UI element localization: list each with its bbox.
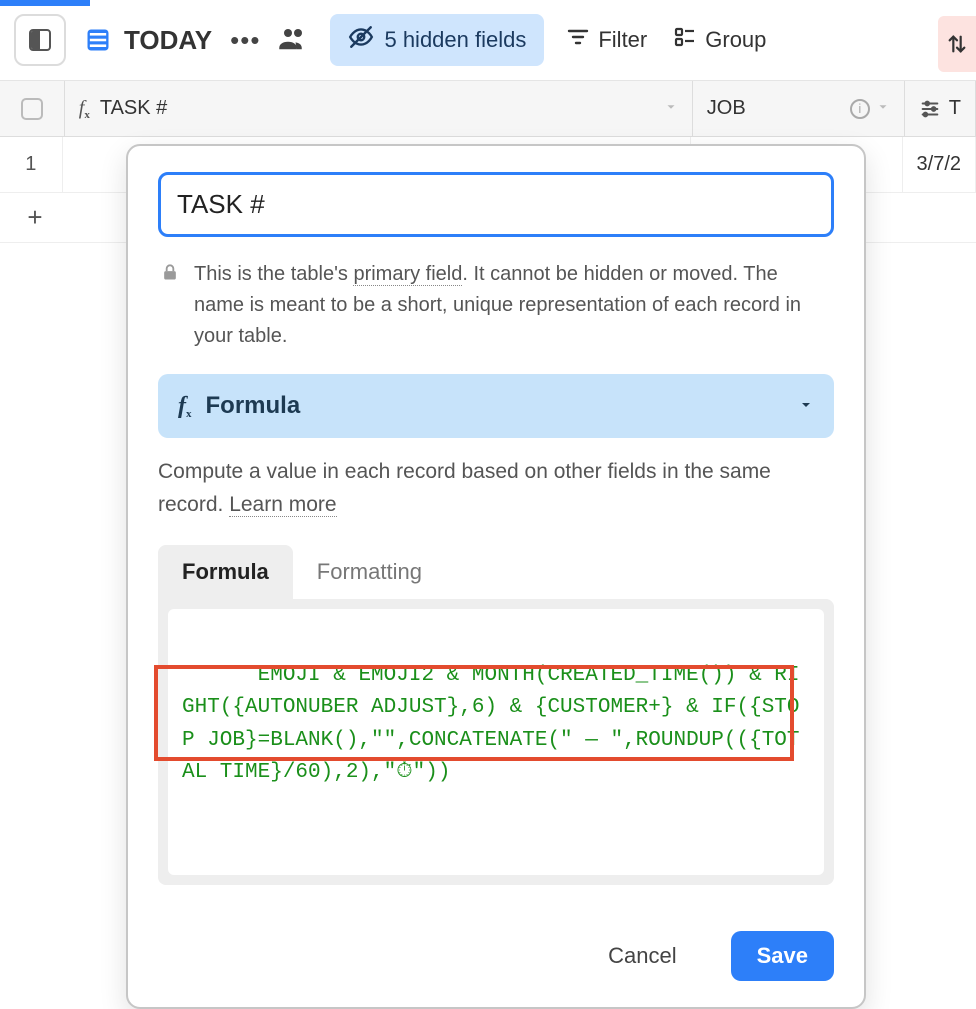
group-icon: [673, 25, 697, 55]
learn-more-link[interactable]: Learn more: [229, 493, 336, 517]
field-type-label: Formula: [206, 392, 301, 420]
field-config-dialog: This is the table's primary field. It ca…: [126, 144, 866, 1009]
row-number: 1: [0, 137, 63, 192]
hidden-fields-label: 5 hidden fields: [384, 27, 526, 53]
field-name-input[interactable]: [158, 172, 834, 237]
toggle-sidebar-button[interactable]: [14, 14, 66, 66]
column-header-task[interactable]: f TASK #: [65, 81, 693, 136]
field-type-selector[interactable]: f Formula: [158, 374, 834, 438]
eye-off-icon: [348, 24, 374, 56]
group-label: Group: [705, 27, 766, 53]
hidden-fields-button[interactable]: 5 hidden fields: [330, 14, 544, 66]
cell-t[interactable]: 3/7/2: [903, 137, 976, 192]
column-job-label: JOB: [707, 97, 746, 120]
tab-formatting[interactable]: Formatting: [293, 545, 446, 599]
info-icon: i: [850, 99, 870, 119]
column-header-t[interactable]: T: [905, 81, 976, 136]
lock-icon: [160, 261, 180, 352]
sliders-icon: [919, 98, 941, 120]
collaborators-icon[interactable]: [278, 25, 308, 56]
view-menu-icon[interactable]: •••: [230, 25, 260, 56]
save-button[interactable]: Save: [731, 931, 834, 981]
tab-formula[interactable]: Formula: [158, 545, 293, 599]
filter-label: Filter: [598, 27, 647, 53]
formula-text: EMOJI & EMOJI2 & MONTH(CREATED_TIME()) &…: [182, 664, 800, 785]
column-t-label: T: [949, 97, 961, 120]
group-button[interactable]: Group: [669, 19, 770, 61]
chevron-down-icon: [876, 97, 890, 120]
sort-button[interactable]: [938, 16, 976, 72]
primary-field-note: This is the table's primary field. It ca…: [194, 259, 828, 352]
view-title[interactable]: TODAY: [84, 25, 212, 56]
chevron-down-icon: [798, 392, 814, 420]
field-type-description: Compute a value in each record based on …: [158, 456, 834, 521]
formula-icon: f: [79, 97, 90, 120]
chevron-down-icon: [664, 97, 678, 120]
formula-editor[interactable]: EMOJI & EMOJI2 & MONTH(CREATED_TIME()) &…: [168, 609, 824, 875]
grid-view-icon: [84, 26, 112, 54]
add-row-button[interactable]: +: [0, 193, 70, 242]
filter-button[interactable]: Filter: [562, 19, 651, 61]
formula-icon: f: [178, 393, 192, 420]
select-all-checkbox[interactable]: [0, 81, 65, 136]
cancel-button[interactable]: Cancel: [582, 931, 702, 981]
column-header-job[interactable]: JOB i: [693, 81, 905, 136]
column-task-label: TASK #: [100, 97, 167, 120]
filter-icon: [566, 25, 590, 55]
view-name-label: TODAY: [124, 25, 212, 56]
